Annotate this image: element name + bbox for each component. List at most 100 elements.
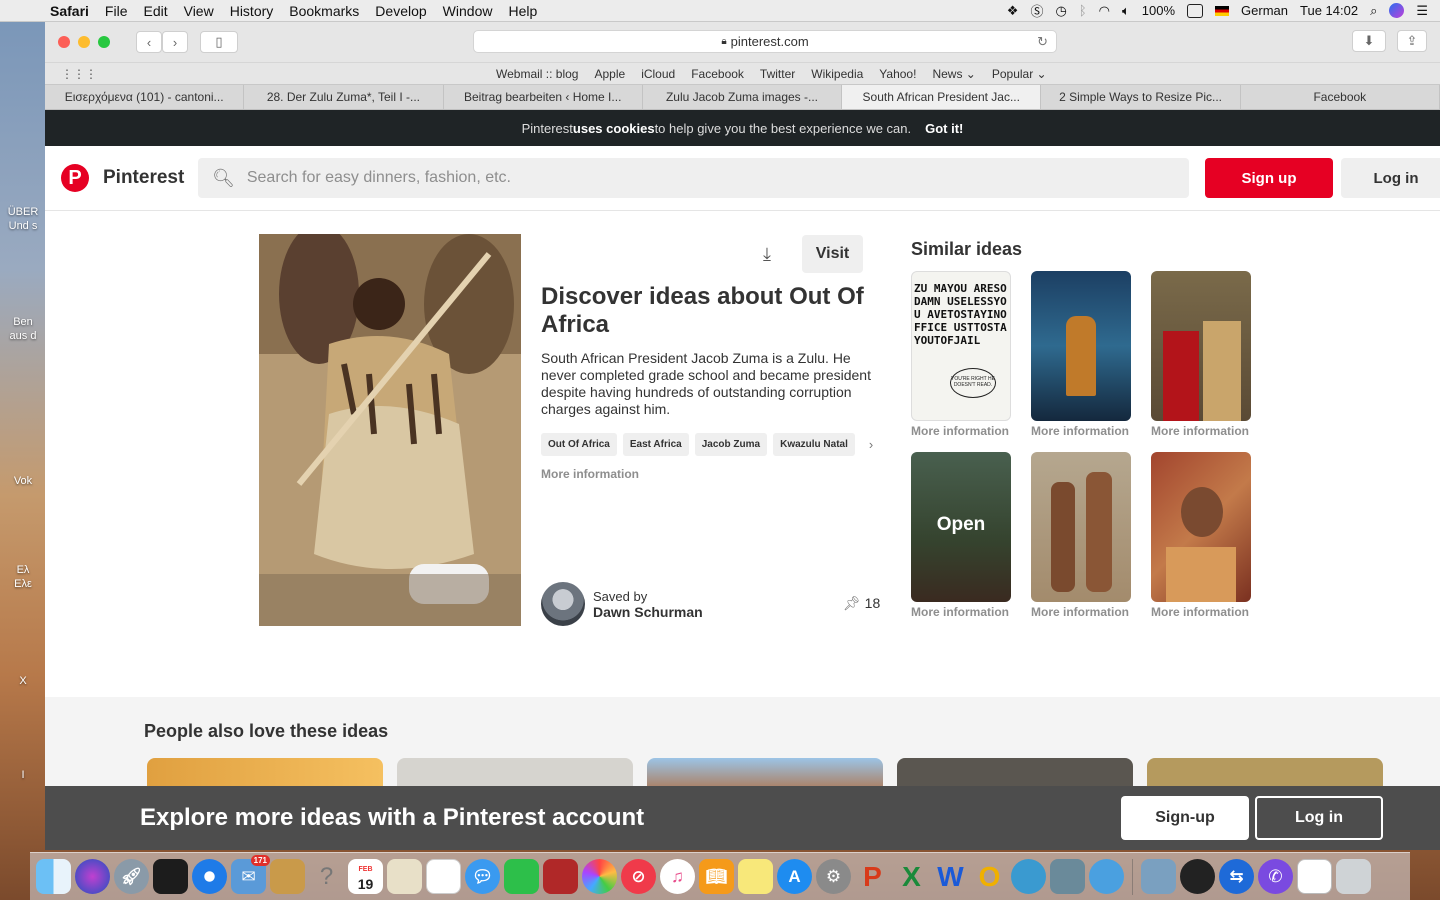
similar-caption[interactable]: More information [1031,424,1131,438]
volume-icon[interactable]: 🔈︎ [1122,3,1130,19]
similar-item[interactable]: More information [1151,452,1251,619]
similar-caption[interactable]: More information [1151,424,1251,438]
search-input[interactable]: 🔍︎ Search for easy dinners, fashion, etc… [198,158,1189,198]
similar-item[interactable]: More information [1031,452,1131,619]
image-editor-icon[interactable] [1050,859,1085,894]
brand-name[interactable]: Pinterest [103,167,184,189]
browser-tab[interactable]: Zulu Jacob Zuma images -... [643,85,843,109]
open-overlay[interactable]: Open [911,514,1011,536]
bottom-signup-button[interactable]: Sign-up [1121,796,1249,840]
pinterest-logo-icon[interactable]: P [61,164,89,192]
menu-history[interactable]: History [222,3,282,19]
tag-chip[interactable]: East Africa [622,433,689,456]
powerpoint-icon[interactable]: P [855,859,890,894]
similar-thumbnail[interactable] [1151,452,1251,602]
photos-icon[interactable] [582,859,617,894]
safari-icon[interactable] [192,859,227,894]
similar-item[interactable]: ZU MAYOU ARESODAMN USELESSYOU AVETOSTAYI… [911,271,1011,438]
similar-item[interactable]: More information [1031,271,1131,438]
siri-icon[interactable] [75,859,110,894]
browser-tab[interactable]: Facebook [1241,85,1440,109]
similar-thumbnail[interactable]: ZU MAYOU ARESODAMN USELESSYOU AVETOSTAYI… [911,271,1011,421]
desktop-file-label[interactable]: X [0,674,46,688]
similar-thumbnail[interactable]: Open [911,452,1011,602]
battery-icon[interactable] [1187,3,1204,18]
chevron-right-icon[interactable]: › [869,437,873,452]
books-icon[interactable]: 📖︎ [699,859,734,894]
desktop-file-label[interactable]: Ben aus d [0,315,46,343]
app-store-icon[interactable]: A [777,859,812,894]
top-sites-grid-icon[interactable]: ⋮⋮⋮ [61,67,97,81]
pin-image[interactable] [259,234,521,626]
news-icon[interactable]: ⊘ [621,859,656,894]
stickies-icon[interactable] [738,859,773,894]
reload-icon[interactable]: ↻ [1037,34,1048,50]
favorite-popular[interactable]: Popular ⌄ [992,67,1047,81]
address-bar[interactable]: 🔒︎ pinterest.com ↻ [473,30,1057,53]
browser-tab-active[interactable]: South African President Jac... [842,85,1042,109]
favorite-facebook[interactable]: Facebook [691,67,744,81]
photo-app-icon[interactable] [153,859,188,894]
mail-icon[interactable]: ✉︎ 171 [231,855,270,894]
folder-icon[interactable] [1141,859,1176,894]
favorite-twitter[interactable]: Twitter [760,67,795,81]
sidebar-toggle-icon[interactable]: ▯ [200,31,238,53]
contacts-app-icon[interactable] [1089,859,1124,894]
back-button[interactable]: ‹ [136,31,162,53]
similar-caption[interactable]: More information [911,424,1011,438]
clock[interactable]: Tue 14:02 [1300,3,1358,18]
menu-edit[interactable]: Edit [135,3,175,19]
favorite-wikipedia[interactable]: Wikipedia [811,67,863,81]
visit-button[interactable]: Visit [802,235,863,273]
desktop-file-label[interactable]: ÜBER Und s [0,205,46,233]
share-icon[interactable]: ⇪ [1397,30,1427,52]
network-icon[interactable] [1011,859,1046,894]
time-machine-icon[interactable]: ◷ [1055,3,1066,19]
notification-center-icon[interactable]: ☰ [1416,3,1428,19]
excel-icon[interactable]: X [894,859,929,894]
menu-develop[interactable]: Develop [367,3,434,19]
download-icon[interactable]: ⤓ [763,244,771,265]
menu-bookmarks[interactable]: Bookmarks [281,3,367,19]
browser-tab[interactable]: 28. Der Zulu Zuma*, Teil I -... [244,85,444,109]
downloads-icon[interactable]: ⬇ [1352,30,1386,52]
minimize-window-button[interactable] [78,36,90,48]
favorite-apple[interactable]: Apple [594,67,625,81]
tag-chip[interactable]: Kwazulu Natal [773,433,855,456]
favorite-webmail[interactable]: Webmail :: blog [496,67,578,81]
word-icon[interactable]: W [933,859,968,894]
system-preferences-icon[interactable]: ⚙︎ [816,859,851,894]
menu-view[interactable]: View [176,3,222,19]
zoom-window-button[interactable] [98,36,110,48]
similar-caption[interactable]: More information [911,605,1011,619]
facetime-icon[interactable] [504,859,539,894]
similar-thumbnail[interactable] [1031,452,1131,602]
similar-item[interactable]: More information [1151,271,1251,438]
dropbox-icon[interactable]: ❖ [1007,3,1019,19]
similar-thumbnail[interactable] [1031,271,1131,421]
photo-booth-icon[interactable] [543,859,578,894]
bottom-login-button[interactable]: Log in [1255,796,1383,840]
similar-thumbnail[interactable] [1151,271,1251,421]
cookie-got-it-button[interactable]: Got it! [925,121,963,136]
launchpad-icon[interactable]: 🚀︎ [114,859,149,894]
login-button[interactable]: Log in [1341,158,1440,198]
skype-icon[interactable]: Ⓢ [1030,1,1043,20]
favorite-icloud[interactable]: iCloud [641,67,675,81]
desktop-file-label[interactable]: Ελ Ελε [0,563,46,591]
viber-icon[interactable]: ✆ [1258,859,1293,894]
avatar[interactable] [541,582,585,626]
menu-window[interactable]: Window [435,3,501,19]
trash-icon[interactable] [1336,859,1371,894]
opera-icon[interactable]: O [972,859,1007,894]
forward-button[interactable]: › [162,31,188,53]
desktop-file-label[interactable]: I [0,768,46,782]
bluetooth-icon[interactable]: ᛒ [1079,3,1087,18]
menu-app-name[interactable]: Safari [42,3,97,19]
similar-caption[interactable]: More information [1031,605,1131,619]
messages-icon[interactable]: 💬︎ [465,859,500,894]
help-icon[interactable]: ? [309,859,344,894]
document-icon[interactable] [1297,859,1332,894]
menu-file[interactable]: File [97,3,136,19]
siri-icon[interactable] [1389,3,1405,18]
